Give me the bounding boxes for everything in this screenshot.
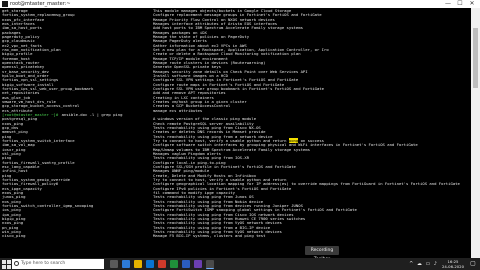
app-icon-blue[interactable]	[182, 260, 190, 268]
prompt-command: ansible-doc -l | grep ping	[61, 111, 123, 117]
store-icon[interactable]	[146, 260, 154, 268]
window-titlebar: root@mtaster_master:~ — ☐ ✕	[0, 0, 480, 8]
maximize-button[interactable]: ☐	[454, 0, 466, 8]
clock-date: 24-06-2020	[441, 264, 465, 269]
system-tray-icons[interactable]: ^ ☁ ▭ ♪	[398, 258, 438, 270]
minimize-button[interactable]: —	[442, 0, 454, 8]
terminal-app-icon	[2, 1, 8, 7]
search-icon	[14, 261, 19, 266]
notification-icon[interactable]: ▢	[468, 258, 478, 270]
taskbar-clock[interactable]: 16:25 24-06-2020	[440, 258, 466, 270]
search-placeholder: Type here to search	[21, 261, 66, 266]
app-icon-red[interactable]	[158, 260, 166, 268]
taskbar: Type here to search ^ ☁ ▭ ♪ 16:25 24-06-…	[0, 258, 480, 270]
file-explorer-icon[interactable]	[134, 260, 142, 268]
close-button[interactable]: ✕	[466, 0, 478, 8]
edge-browser-icon[interactable]	[122, 260, 130, 268]
taskbar-search[interactable]: Type here to search	[12, 259, 104, 269]
terminal-task-icon[interactable]	[206, 260, 214, 269]
app-icon-green[interactable]	[170, 260, 178, 268]
terminal-scrollbar[interactable]	[471, 8, 480, 258]
app-icon-purple[interactable]	[194, 260, 202, 268]
start-button[interactable]	[1, 259, 11, 269]
module-description: manage ecs attributes	[153, 107, 203, 113]
module-name: cisco_ping	[2, 233, 26, 239]
module-description: Manage F5 BIG-IP systems, clusters and p…	[153, 233, 266, 239]
recording-toolbar[interactable]: Recording Toolbar	[305, 246, 339, 262]
terminal-output[interactable]: get_storage This module manages objects/b…	[0, 8, 471, 258]
scrollbar-thumb[interactable]	[473, 28, 478, 88]
window-title: root@mtaster_master:~	[10, 1, 71, 7]
task-view-icon[interactable]	[110, 260, 118, 268]
